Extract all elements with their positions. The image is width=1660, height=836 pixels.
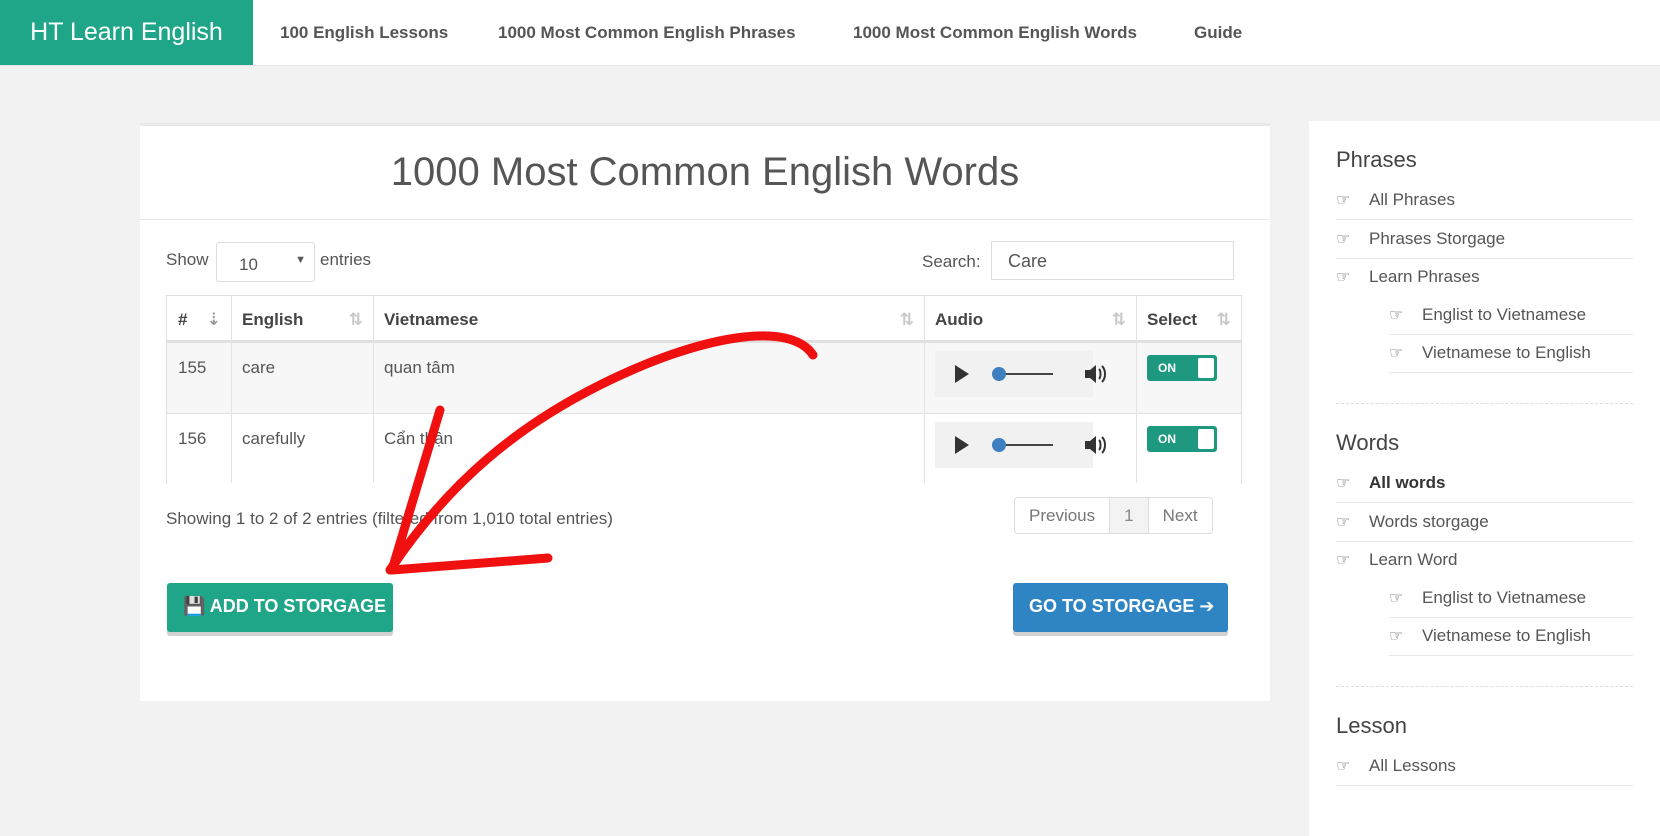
select-toggle[interactable]: ON <box>1147 355 1217 381</box>
search-input[interactable]: Care <box>991 241 1234 280</box>
hand-pointer-icon: ☞ <box>1336 758 1351 775</box>
pagination-next[interactable]: Next <box>1149 498 1212 533</box>
nav-link-lessons[interactable]: 100 English Lessons <box>280 0 448 65</box>
nav-link-guide[interactable]: Guide <box>1194 0 1242 65</box>
chevron-down-icon: ▼ <box>295 254 306 266</box>
sidebar-item-phrases-vi-en[interactable]: ☞ Vietnamese to English <box>1389 334 1633 373</box>
hand-pointer-icon: ☞ <box>1389 307 1404 324</box>
words-table: # ⇣ English ⇅ Vietnamese ⇅ Audio ⇅ Select ⇅ 1… <box>166 295 1242 484</box>
sidebar-heading-lesson: Lesson <box>1336 713 1407 738</box>
row-english: carefully <box>242 429 306 448</box>
sidebar-divider <box>1336 686 1633 687</box>
entries-select-value: 10 <box>239 255 258 274</box>
sidebar-item-learn-word[interactable]: ☞ Learn Word <box>1336 541 1633 579</box>
sidebar-item-all-lessons[interactable]: ☞ All Lessons <box>1336 747 1633 786</box>
sidebar: Phrases ☞ All Phrases ☞ Phrases Storgage ☞… <box>1309 121 1660 836</box>
play-icon[interactable] <box>955 365 969 383</box>
column-header-audio[interactable]: Audio ⇅ <box>924 296 1136 343</box>
sidebar-item-all-words[interactable]: ☞ All words <box>1336 464 1633 503</box>
pagination-previous[interactable]: Previous <box>1015 498 1111 533</box>
audio-progress-handle[interactable] <box>992 438 1006 452</box>
hand-pointer-icon: ☞ <box>1389 628 1404 645</box>
column-header-number[interactable]: # ⇣ <box>167 296 231 343</box>
entries-select[interactable]: 10 ▼ <box>216 242 315 282</box>
sidebar-item-learn-phrases[interactable]: ☞ Learn Phrases <box>1336 258 1633 296</box>
row-number: 156 <box>178 429 207 448</box>
sidebar-item-phrases-en-vi[interactable]: ☞ Englist to Vietnamese <box>1389 296 1633 335</box>
column-header-english[interactable]: English ⇅ <box>231 296 373 343</box>
volume-icon[interactable] <box>1083 434 1107 456</box>
hand-pointer-icon: ☞ <box>1336 269 1351 286</box>
brand-logo[interactable]: HT Learn English <box>0 0 253 65</box>
nav-link-words[interactable]: 1000 Most Common English Words <box>853 0 1137 65</box>
table-row: 155 care quan tâm ON <box>167 343 1241 414</box>
volume-icon[interactable] <box>1083 363 1107 385</box>
pagination: Previous 1 Next <box>1014 497 1213 534</box>
column-header-select[interactable]: Select ⇅ <box>1136 296 1241 343</box>
hand-pointer-icon: ☞ <box>1389 590 1404 607</box>
show-label: Show <box>166 250 209 269</box>
sidebar-heading-words: Words <box>1336 430 1400 455</box>
sidebar-item-words-vi-en[interactable]: ☞ Vietnamese to English <box>1389 617 1633 656</box>
audio-player <box>935 351 1106 397</box>
hand-pointer-icon: ☞ <box>1389 345 1404 362</box>
hand-pointer-icon: ☞ <box>1336 552 1351 569</box>
sidebar-item-words-storage[interactable]: ☞ Words storgage <box>1336 503 1633 542</box>
row-vietnamese: quan tâm <box>384 358 455 377</box>
arrow-right-icon: ➔ <box>1199 596 1215 616</box>
search-label: Search: <box>922 252 981 271</box>
row-number: 155 <box>178 358 207 377</box>
column-divider <box>231 296 232 483</box>
hand-pointer-icon: ☞ <box>1336 231 1351 248</box>
sidebar-item-words-en-vi[interactable]: ☞ Englist to Vietnamese <box>1389 579 1633 618</box>
nav-link-phrases[interactable]: 1000 Most Common English Phrases <box>498 0 796 65</box>
words-card: 1000 Most Common English Words Show 10 ▼… <box>140 123 1270 701</box>
hand-pointer-icon: ☞ <box>1336 514 1351 531</box>
save-icon: 💾 <box>183 596 206 616</box>
pagination-page-1[interactable]: 1 <box>1110 498 1149 533</box>
audio-player <box>935 422 1106 468</box>
table-info: Showing 1 to 2 of 2 entries (filtered fr… <box>166 509 613 528</box>
column-divider <box>373 296 374 483</box>
row-vietnamese: Cẩn thận <box>384 429 453 448</box>
sidebar-heading-phrases: Phrases <box>1336 147 1417 172</box>
hand-pointer-icon: ☞ <box>1336 192 1351 209</box>
hand-pointer-icon: ☞ <box>1336 475 1351 492</box>
sidebar-item-all-phrases[interactable]: ☞ All Phrases <box>1336 181 1633 220</box>
sidebar-divider <box>1336 403 1633 404</box>
column-divider <box>1136 296 1137 483</box>
top-navbar: HT Learn English 100 English Lessons 100… <box>0 0 1660 66</box>
table-row: 156 carefully Cẩn thận ON <box>167 414 1241 484</box>
column-header-vietnamese[interactable]: Vietnamese ⇅ <box>373 296 924 343</box>
select-toggle[interactable]: ON <box>1147 426 1217 452</box>
column-divider <box>924 296 925 483</box>
row-english: care <box>242 358 276 377</box>
entries-label: entries <box>320 250 372 269</box>
audio-progress-handle[interactable] <box>992 367 1006 381</box>
sidebar-item-phrases-storage[interactable]: ☞ Phrases Storgage <box>1336 220 1633 259</box>
page-title: 1000 Most Common English Words <box>140 126 1270 220</box>
go-to-storage-button[interactable]: GO TO STORGAGE ➔ <box>1013 583 1228 632</box>
play-icon[interactable] <box>955 436 969 454</box>
add-to-storage-button[interactable]: 💾 ADD TO STORGAGE <box>167 583 393 632</box>
